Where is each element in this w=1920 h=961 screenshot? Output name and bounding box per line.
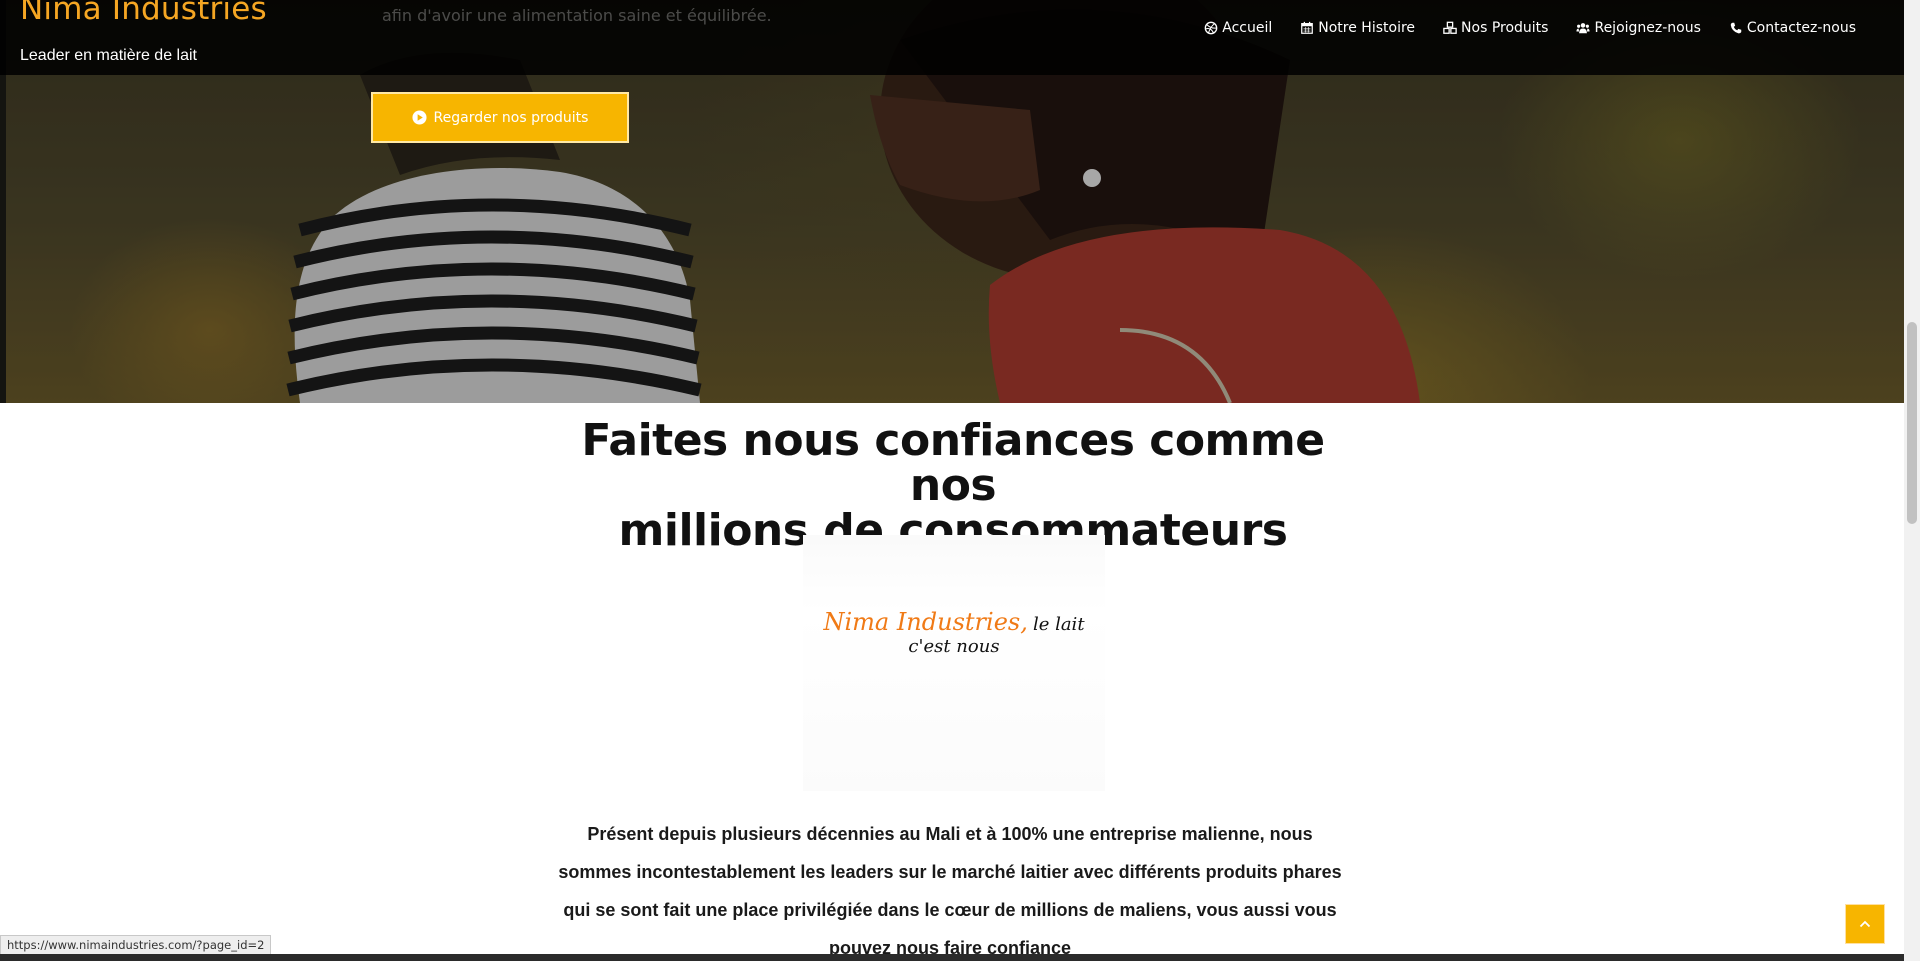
page-scrollbar[interactable] [1904,0,1920,961]
nav-item-notre-histoire[interactable]: Notre Histoire [1300,20,1415,36]
cubes-icon [1443,21,1457,34]
taskbar-strip [0,954,1904,961]
hero-blurb: afin d'avoir une alimentation saine et é… [382,6,772,25]
slogan-banner: Nima Industries, le lait c'est nous [803,535,1105,791]
section-heading: Faites nous confiances comme nos million… [540,418,1366,553]
nav-label-rejoignez-nous: Rejoignez-nous [1594,20,1701,36]
banner-text: Nima Industries, le lait c'est nous [803,608,1105,657]
users-icon [1576,23,1591,34]
nav-label-nos-produits: Nos Produits [1461,20,1549,36]
calendar-icon [1301,21,1314,34]
brand-name[interactable]: Nima Industries [20,0,267,27]
nav-label-contactez-nous: Contactez-nous [1746,20,1856,36]
dribbble-icon [1204,21,1218,35]
heading-line-1: Faites nous confiances comme nos [581,415,1325,511]
intro-paragraph: Présent depuis plusieurs décennies au Ma… [558,824,1342,958]
nav-item-rejoignez-nous[interactable]: Rejoignez-nous [1576,20,1701,36]
nav-label-accueil: Accueil [1222,20,1273,36]
status-bar-url: https://www.nimaindustries.com/?page_id=… [0,935,272,955]
banner-brand: Nima Industries, [823,608,1028,636]
nav-label-notre-histoire: Notre Histoire [1318,20,1416,36]
circle-play-icon [412,110,427,125]
view-products-label: Regarder nos produits [433,109,589,126]
scrollbar-thumb[interactable] [1907,322,1917,524]
site-header: afin d'avoir une alimentation saine et é… [0,0,1904,75]
scroll-to-top-button[interactable] [1845,904,1885,944]
phone-icon [1730,22,1742,34]
main-nav: Accueil Notre Histoire Nos Produits Rejo… [1204,20,1856,36]
view-products-button[interactable]: Regarder nos produits [371,92,629,143]
nav-item-accueil[interactable]: Accueil [1204,20,1272,36]
nav-item-nos-produits[interactable]: Nos Produits [1443,20,1548,36]
nav-item-contactez-nous[interactable]: Contactez-nous [1729,20,1856,36]
chevron-up-icon [1859,920,1871,928]
brand-tagline: Leader en matière de lait [20,47,197,64]
